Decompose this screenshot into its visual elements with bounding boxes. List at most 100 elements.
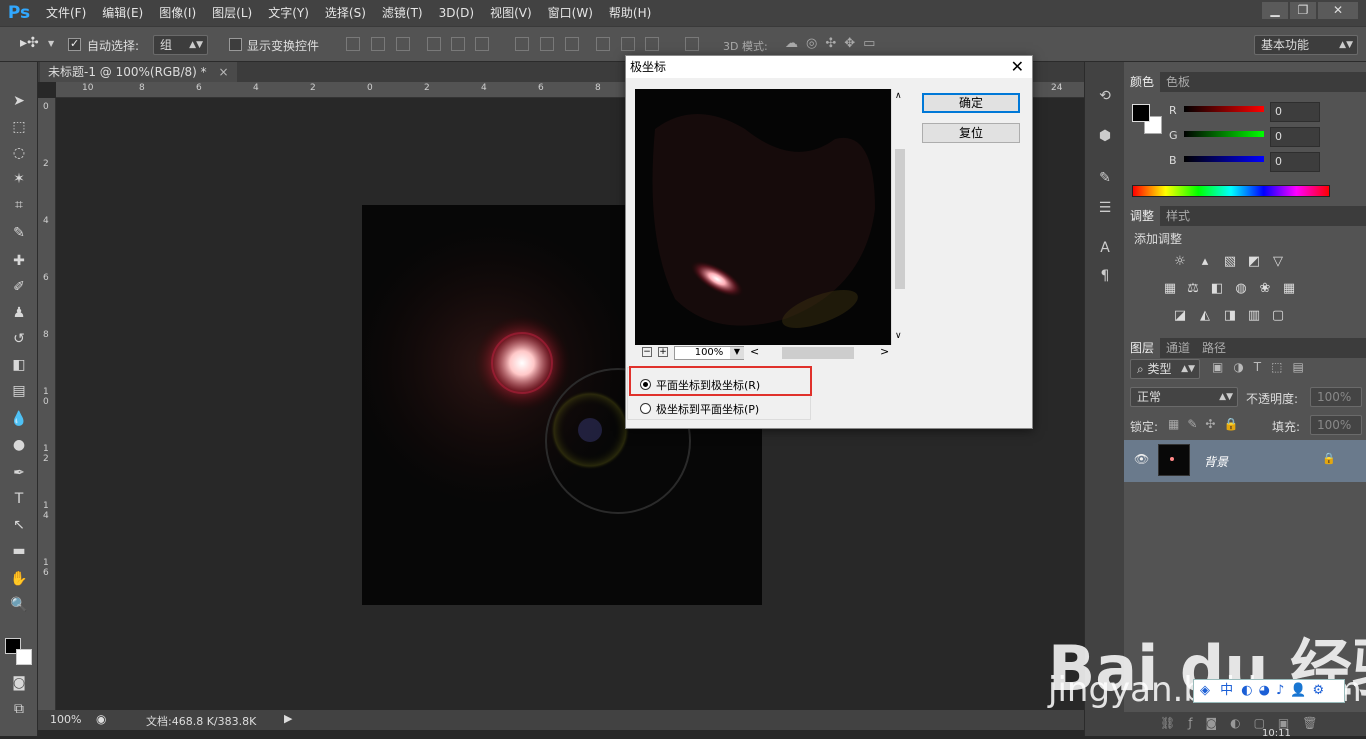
- layer-filter-dropdown[interactable]: ⌕ 类型 ▲▼: [1130, 359, 1200, 379]
- dialog-close-icon[interactable]: ✕: [1011, 56, 1024, 78]
- filter-preview[interactable]: [635, 89, 891, 345]
- green-slider[interactable]: [1184, 131, 1264, 137]
- quick-mask-icon[interactable]: ◙: [8, 672, 30, 694]
- show-transform-checkbox[interactable]: [229, 37, 242, 51]
- ok-button[interactable]: 确定: [922, 93, 1020, 113]
- menu-item[interactable]: 选择(S): [317, 0, 374, 26]
- menu-item[interactable]: 窗口(W): [540, 0, 601, 26]
- history-panel-icon[interactable]: ⟲: [1095, 88, 1115, 108]
- hscroll-thumb[interactable]: [782, 347, 854, 359]
- blend-mode-dropdown[interactable]: 正常 ▲▼: [1130, 387, 1238, 407]
- align-bottom-icon[interactable]: [396, 37, 410, 51]
- channel-mixer-icon[interactable]: ❀: [1257, 281, 1273, 297]
- vscroll-thumb[interactable]: [895, 149, 905, 289]
- screen-mode-icon[interactable]: ⧉: [8, 698, 30, 720]
- scroll-down-icon[interactable]: ∨: [895, 331, 902, 341]
- layer-name[interactable]: 背景: [1204, 453, 1228, 470]
- zoom-in-button[interactable]: +: [658, 347, 668, 357]
- option-polar-to-rect-label[interactable]: 极坐标到平面坐标(P): [656, 401, 759, 417]
- tab-swatches[interactable]: 色板: [1160, 72, 1196, 92]
- menu-item[interactable]: 滤镜(T): [374, 0, 431, 26]
- posterize-icon[interactable]: ◭: [1197, 308, 1213, 324]
- red-slider[interactable]: [1184, 106, 1264, 112]
- reset-button[interactable]: 复位: [922, 123, 1020, 143]
- ime-logo-icon[interactable]: ◈: [1200, 683, 1210, 698]
- tab-paths[interactable]: 路径: [1196, 338, 1232, 358]
- tab-adjustments[interactable]: 调整: [1124, 206, 1161, 226]
- color-spectrum-bar[interactable]: [1132, 185, 1330, 197]
- menu-item[interactable]: 图像(I): [151, 0, 204, 26]
- align-hcenter-icon[interactable]: [451, 37, 465, 51]
- magic-wand-icon[interactable]: ✶: [8, 168, 30, 190]
- black-white-icon[interactable]: ◧: [1209, 281, 1225, 297]
- opacity-field[interactable]: 100%: [1310, 387, 1362, 407]
- layer-row-background[interactable]: 👁 背景 🔒: [1124, 440, 1366, 482]
- distribute-bottom-icon[interactable]: [565, 37, 579, 51]
- workspace-dropdown[interactable]: 基本功能 ▲▼: [1254, 35, 1358, 55]
- zoom-level[interactable]: 100%: [50, 713, 81, 726]
- layer-filter-icons[interactable]: ▣◑T⬚▤: [1212, 360, 1314, 374]
- blue-slider[interactable]: [1184, 156, 1264, 162]
- mode3d-icons[interactable]: ☁◎✣✥▭: [785, 36, 883, 51]
- status-menu-arrow-icon[interactable]: ▶: [284, 712, 292, 725]
- restore-button[interactable]: ❐: [1290, 2, 1316, 19]
- eye-icon[interactable]: 👁: [1134, 452, 1149, 466]
- auto-select-dropdown[interactable]: 组 ▲▼: [153, 35, 208, 55]
- distribute-top-icon[interactable]: [515, 37, 529, 51]
- menu-item[interactable]: 视图(V): [482, 0, 540, 26]
- curves-icon[interactable]: ▧: [1222, 254, 1238, 270]
- menu-item[interactable]: 3D(D): [431, 0, 482, 26]
- background-color-swatch[interactable]: [16, 649, 32, 665]
- brush-tool-icon[interactable]: ✐: [8, 276, 30, 298]
- levels-icon[interactable]: ▴: [1197, 254, 1213, 270]
- option-rect-to-polar-label[interactable]: 平面坐标到极坐标(R): [656, 377, 760, 393]
- red-value[interactable]: 0: [1270, 102, 1320, 122]
- ime-tool-icons[interactable]: ◐◕♪👤⚙: [1241, 683, 1330, 698]
- invert-icon[interactable]: ◪: [1172, 308, 1188, 324]
- ime-toolbar[interactable]: ◈ 中 ◐◕♪👤⚙: [1193, 679, 1345, 703]
- 3d-panel-icon[interactable]: ⬢: [1095, 128, 1115, 148]
- menu-item[interactable]: 帮助(H): [601, 0, 659, 26]
- vibrance-icon[interactable]: ▽: [1270, 254, 1286, 270]
- scroll-left-icon[interactable]: <: [750, 345, 759, 358]
- close-window-button[interactable]: ✕: [1318, 2, 1358, 19]
- ime-lang[interactable]: 中: [1220, 683, 1233, 698]
- path-select-icon[interactable]: ↖: [8, 514, 30, 536]
- menu-item[interactable]: 文件(F): [38, 0, 94, 26]
- lasso-tool-icon[interactable]: ◌: [8, 142, 30, 164]
- align-left-icon[interactable]: [427, 37, 441, 51]
- align-right-icon[interactable]: [475, 37, 489, 51]
- preview-vscrollbar[interactable]: ∧ ∨: [891, 89, 907, 345]
- menu-item[interactable]: 文字(Y): [260, 0, 317, 26]
- zoom-dropdown-icon[interactable]: ▼: [730, 347, 744, 359]
- gradient-map-icon[interactable]: ▥: [1246, 308, 1262, 324]
- move-tool-icon[interactable]: ➤: [8, 90, 30, 112]
- dodge-tool-icon[interactable]: ●: [8, 434, 30, 456]
- fg-color-chip[interactable]: [1132, 104, 1150, 122]
- hand-tool-icon[interactable]: ✋: [8, 568, 30, 590]
- distribute-left-icon[interactable]: [596, 37, 610, 51]
- shape-tool-icon[interactable]: ▬: [8, 540, 30, 562]
- menu-item[interactable]: 编辑(E): [94, 0, 151, 26]
- zoom-tool-icon[interactable]: 🔍: [8, 594, 30, 616]
- scroll-right-icon[interactable]: >: [880, 345, 889, 358]
- photo-filter-icon[interactable]: ◍: [1233, 281, 1249, 297]
- hue-saturation-icon[interactable]: ▦: [1162, 281, 1178, 297]
- stamp-tool-icon[interactable]: ♟: [8, 302, 30, 324]
- brush-panel-icon[interactable]: ✎: [1095, 170, 1115, 190]
- crop-tool-icon[interactable]: ⌗: [8, 194, 30, 216]
- tab-styles[interactable]: 样式: [1160, 206, 1196, 226]
- eyedropper-icon[interactable]: ✎: [8, 222, 30, 244]
- marquee-tool-icon[interactable]: ⬚: [8, 116, 30, 138]
- character-panel-icon[interactable]: A: [1095, 240, 1115, 260]
- selective-color-icon[interactable]: ▢: [1270, 308, 1286, 324]
- move-tool-icon[interactable]: ▸✣: [20, 35, 39, 51]
- color-lookup-icon[interactable]: ▦: [1281, 281, 1297, 297]
- align-top-icon[interactable]: [346, 37, 360, 51]
- threshold-icon[interactable]: ◨: [1222, 308, 1238, 324]
- green-value[interactable]: 0: [1270, 127, 1320, 147]
- auto-select-checkbox[interactable]: [68, 37, 81, 51]
- lock-icons[interactable]: ▦✎✣🔒: [1168, 417, 1246, 431]
- close-tab-icon[interactable]: ×: [218, 65, 228, 79]
- type-tool-icon[interactable]: T: [8, 488, 30, 510]
